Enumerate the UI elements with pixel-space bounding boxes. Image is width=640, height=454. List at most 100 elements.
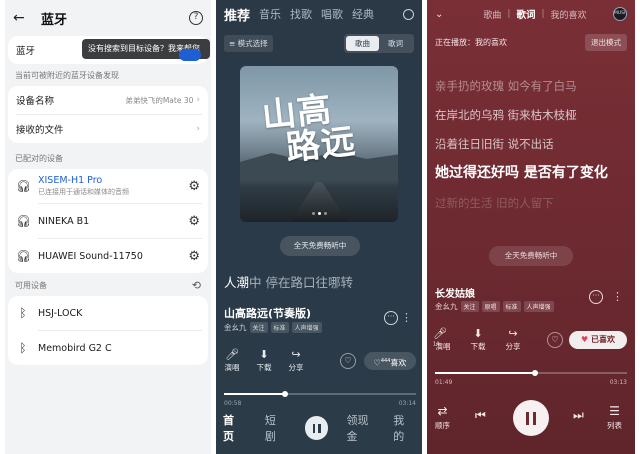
progress-knob[interactable] <box>282 391 289 397</box>
share-icon: ↪ <box>508 327 518 340</box>
chevron-right-icon: › <box>196 95 200 105</box>
paired-devices-card: 🎧︎ XISEM-H1 Pro 已连接用于通话和媒体的音频 ⚙ 🎧︎ NINEK… <box>8 169 208 273</box>
available-device-hsj[interactable]: ᛒ HSJ-LOCK <box>8 296 208 330</box>
current-lyric: 人潮中 停在路口往哪转 <box>224 272 353 291</box>
playlist-icon: ☰ <box>609 404 620 418</box>
artist-name[interactable]: 金幺九 <box>435 301 458 312</box>
received-files-row[interactable]: 接收的文件 › <box>8 115 208 143</box>
available-device-memobird[interactable]: ᛒ Memobird G2 C <box>8 331 208 365</box>
time-current: 01:49 <box>435 379 453 386</box>
progress-bar[interactable] <box>435 370 627 376</box>
like-button[interactable]: ♡444喜欢 <box>364 352 416 370</box>
vocal-enhance-tag[interactable]: 人声增强 <box>523 301 554 312</box>
tab-sing[interactable]: 唱歌 <box>321 6 343 22</box>
more-icon[interactable]: ··· <box>384 311 398 325</box>
nav-short-drama[interactable]: 短剧 <box>265 412 287 444</box>
device-name-row[interactable]: 设备名称 弟弟快飞的Mate 30 › <box>8 86 208 114</box>
help-icon[interactable]: ? <box>189 11 203 25</box>
next-button[interactable]: ⏭︎ <box>573 408 584 423</box>
order-label: 顺序 <box>435 421 450 430</box>
device-name: HSJ-LOCK <box>38 307 83 319</box>
more-icon[interactable]: ··· <box>589 290 603 304</box>
album-cover[interactable]: 山高 路远 <box>240 66 398 222</box>
kebab-menu-icon[interactable]: ⋮ <box>401 311 412 324</box>
quality-tag[interactable]: 标准 <box>502 301 521 312</box>
share-button[interactable]: ↪ 分享 <box>503 327 523 352</box>
mode-select-button[interactable]: ≡ 模式选择 <box>224 35 273 52</box>
download-button[interactable]: ⬇ 下载 <box>254 348 274 373</box>
song-title: 长发姑娘 <box>435 289 475 300</box>
playlist-label: 列表 <box>607 421 622 430</box>
exit-mode-button[interactable]: 退出模式 <box>585 34 627 51</box>
kebab-menu-icon[interactable]: ⋮ <box>612 290 623 303</box>
tab-lyric[interactable]: 歌词 <box>516 7 535 21</box>
gear-icon[interactable]: ⚙ <box>188 214 200 229</box>
progress-bar[interactable] <box>224 391 416 397</box>
gear-icon[interactable]: ⚙ <box>188 179 200 194</box>
tab-find-song[interactable]: 找歌 <box>290 6 312 22</box>
action-buttons: 🎤︎14 演唱 ⬇ 下载 ↪ 分享 <box>433 327 523 352</box>
tab-recommend[interactable]: 推荐 <box>224 5 250 24</box>
sing-button[interactable]: 🎤︎ 演唱 <box>222 348 242 373</box>
time-total: 03:13 <box>609 379 627 386</box>
vocal-enhance-tag[interactable]: 人声增强 <box>291 322 322 333</box>
tab-song[interactable]: 歌曲 <box>483 8 501 21</box>
action-buttons: 🎤︎ 演唱 ⬇ 下载 ↪ 分享 <box>222 348 306 373</box>
lyric-tabs: 歌曲 | 歌词 | 我的喜欢 <box>483 7 587 21</box>
free-listening-button[interactable]: 全天免费畅听中 <box>280 236 360 256</box>
nav-home[interactable]: 首页 <box>223 412 245 444</box>
device-status: 已连接用于通话和媒体的音频 <box>38 188 129 196</box>
available-header: 可用设备 <box>15 281 47 290</box>
nav-cash[interactable]: 领现金 <box>346 412 379 444</box>
segment-song[interactable]: 歌曲 <box>346 36 379 51</box>
previous-button[interactable]: ⏮︎ <box>475 408 486 423</box>
search-icon[interactable] <box>403 8 414 20</box>
progress-knob[interactable] <box>531 370 538 376</box>
available-devices-card: ᛒ HSJ-LOCK ᛒ Memobird G2 C <box>8 296 208 365</box>
paired-device-huawei[interactable]: 🎧︎ HUAWEI Sound-11750 ⚙ <box>8 239 208 273</box>
tab-music[interactable]: 音乐 <box>259 6 281 22</box>
time-total: 03:14 <box>398 400 416 407</box>
download-button[interactable]: ⬇ 下载 <box>468 327 488 352</box>
lyric-line: 亲手扔的玫瑰 如今有了白马 <box>435 79 577 93</box>
download-icon: ⬇ <box>259 348 269 361</box>
share-button[interactable]: ↪ 分享 <box>286 348 306 373</box>
heart-add-icon[interactable]: ♡ <box>547 332 563 348</box>
tab-classic[interactable]: 经典 <box>352 6 374 22</box>
gear-icon[interactable]: ⚙ <box>188 249 200 264</box>
order-mode-button[interactable]: ⇄ 顺序 <box>435 404 450 431</box>
follow-tag[interactable]: 关注 <box>460 301 479 312</box>
pause-button[interactable] <box>513 400 549 436</box>
follow-tag[interactable]: 关注 <box>249 322 268 333</box>
sing-label: 演唱 <box>224 363 240 372</box>
segment-lyric[interactable]: 歌词 <box>379 36 412 51</box>
sing-button[interactable]: 🎤︎14 演唱 <box>433 327 453 352</box>
device-name-label: 设备名称 <box>16 96 55 107</box>
quality-tag[interactable]: 标准 <box>270 322 289 333</box>
lyric-line-current: 她过得还好吗 是否有了变化 <box>435 165 608 181</box>
liked-button[interactable]: ♥ 已喜欢 <box>569 331 627 349</box>
repeat-icon: ⇄ <box>437 404 448 418</box>
device-name: NINEKA B1 <box>38 215 90 227</box>
nav-mine[interactable]: 我的 <box>393 412 415 444</box>
playback-controls: ⇄ 顺序 ⏮︎ ⏭︎ ☰ 列表 <box>427 396 635 442</box>
tab-my-favorites[interactable]: 我的喜欢 <box>551 8 587 21</box>
refresh-icon[interactable]: ⟲ <box>192 279 201 292</box>
song-lyric-toggle[interactable]: 歌曲 歌词 <box>344 34 414 53</box>
share-icon: ↪ <box>291 348 301 361</box>
back-arrow-icon[interactable]: ← <box>13 11 27 25</box>
lyrics-list[interactable]: 亲手扔的玫瑰 如今有了白马 在岸北的乌鸦 街来枯木枝桠 沿着往日旧街 说不出话 … <box>435 72 631 218</box>
bluetooth-switch[interactable] <box>179 49 201 61</box>
playlist-button[interactable]: ☰ 列表 <box>607 404 622 431</box>
device-info-card: 设备名称 弟弟快飞的Mate 30 › 接收的文件 › <box>8 86 208 143</box>
free-listening-button[interactable]: 全天免费畅听中 <box>489 246 573 266</box>
paired-device-xisem[interactable]: 🎧︎ XISEM-H1 Pro 已连接用于通话和媒体的音频 ⚙ <box>8 169 208 203</box>
heart-add-icon[interactable]: ♡ <box>340 353 356 369</box>
artist-name[interactable]: 金幺九 <box>224 322 247 333</box>
microphone-icon: 🎤︎ <box>225 348 239 361</box>
paired-device-nineka[interactable]: 🎧︎ NINEKA B1 ⚙ <box>8 204 208 238</box>
pause-button[interactable] <box>304 416 329 440</box>
chevron-down-icon[interactable]: ⌄ <box>435 9 443 20</box>
chevron-right-icon: › <box>196 124 200 134</box>
share-label: 分享 <box>288 363 304 372</box>
